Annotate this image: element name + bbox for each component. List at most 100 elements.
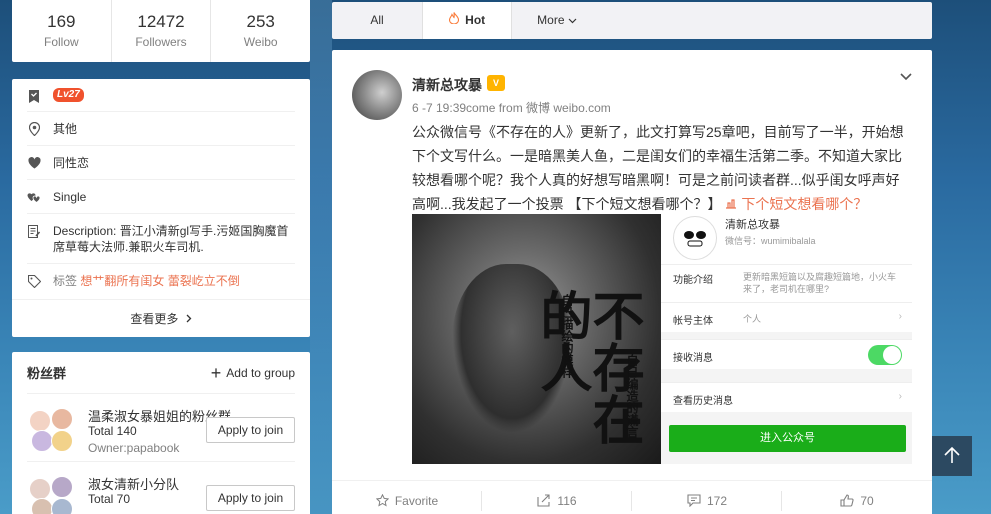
tags-label: 标签	[53, 274, 78, 288]
profile-orientation-row: 同性恋	[27, 146, 295, 180]
tab-hot[interactable]: Hot	[422, 2, 512, 39]
tab-more-label: More	[537, 13, 565, 27]
favorite-label: Favorite	[394, 493, 439, 508]
stat-follow-label: Follow	[43, 35, 79, 49]
fan-group-item[interactable]: 温柔淑女暴姐姐的粉丝群 Total 140 Owner:papabook App…	[27, 394, 295, 462]
post-options-chevron-icon[interactable]	[900, 68, 912, 84]
profile-description-row: Description: 晋江小清新gl写手.污姬国胸魔首席草莓大法师.兼职火车…	[27, 214, 295, 264]
plus-icon: +	[210, 362, 222, 383]
couple-hearts-icon	[27, 190, 41, 204]
edit-document-icon	[27, 224, 41, 238]
level-badge[interactable]: Lv27	[53, 88, 84, 102]
weibo-post: 清新总攻暴 V 6 -7 19:39come from 微博 weibo.com…	[332, 50, 932, 514]
fan-groups-header: 粉丝群 + Add to group	[27, 352, 295, 394]
group-total: Total 70	[88, 492, 131, 506]
group-avatar	[29, 476, 75, 514]
author-name[interactable]: 清新总攻暴	[412, 75, 482, 95]
like-count: 70	[860, 493, 874, 508]
vote-link[interactable]: 下个短文想看哪个？	[725, 196, 867, 212]
author-avatar[interactable]	[352, 70, 402, 120]
group-total: Total 140	[88, 424, 137, 438]
view-more-link[interactable]: 查看更多	[12, 299, 310, 337]
tags-value[interactable]: 想艹翻所有闺女 蕾裂屹立不倒	[80, 274, 239, 288]
stat-followers-count: 12472	[137, 12, 185, 31]
wechat-subject-key: 帐号主体	[673, 316, 713, 327]
vote-icon	[725, 196, 741, 212]
profile-tags-wrap: 标签 想艹翻所有闺女 蕾裂屹立不倒	[53, 273, 240, 289]
add-to-group-button[interactable]: + Add to group	[210, 362, 295, 383]
tab-all[interactable]: All	[332, 2, 422, 39]
location-pin-icon	[27, 122, 41, 136]
comment-icon	[687, 494, 701, 507]
repost-button[interactable]: 116	[482, 481, 632, 514]
poster-subtitle-2: 自己编造的谎言	[625, 354, 639, 438]
comment-count: 172	[706, 493, 728, 508]
apply-to-join-button[interactable]: Apply to join	[206, 417, 295, 443]
wechat-intro-row: 功能介绍 更新暗黑短篇以及腐趣短篇地，小火车来了，老司机在哪里?	[661, 264, 912, 302]
arrow-up-icon	[943, 446, 961, 467]
post-text: 公众微信号《不存在的人》更新了，此文打算写25章吧，目前写了一半，开始想下个文写…	[412, 120, 912, 216]
flame-icon	[448, 12, 462, 27]
chevron-right-icon: ›	[898, 391, 902, 402]
profile-info-card: Lv27 其他 同性恋 Single Description: 晋江小清新gl写…	[12, 79, 310, 337]
profile-orientation: 同性恋	[53, 156, 90, 170]
background-decoration	[310, 0, 332, 514]
wechat-history-row: 查看历史消息 ›	[661, 382, 912, 412]
stat-follow-count: 169	[47, 12, 76, 31]
wechat-enter-button: 进入公众号	[669, 425, 906, 452]
stat-weibo-label: Weibo	[243, 35, 278, 49]
tab-hot-label: Hot	[465, 13, 486, 27]
stat-followers[interactable]: 12472 Followers	[112, 0, 212, 62]
wechat-receive-key: 接收消息	[673, 353, 713, 364]
wechat-subject-value: 个人	[743, 314, 762, 324]
feed-tabs: All Hot More	[332, 2, 932, 39]
profile-level-row: Lv27	[27, 79, 295, 112]
post-image-wechat-card[interactable]: 清新总攻暴 微信号：wumimibalala 功能介绍 更新暗黑短篇以及腐趣短篇…	[661, 214, 912, 464]
profile-stats: 169 Follow 12472 Followers 253 Weibo	[12, 0, 310, 62]
wechat-name: 清新总攻暴	[725, 219, 780, 231]
chevron-right-icon	[186, 312, 192, 326]
wechat-receive-row: 接收消息	[661, 339, 912, 369]
post-meta: 6 -7 19:39come from 微博 weibo.com	[412, 101, 611, 115]
post-image-poster[interactable]: 不存在的人 自己描绘的模样 自己编造的谎言	[412, 214, 661, 464]
poster-title: 不存在的人	[531, 289, 644, 445]
stat-weibo-count: 253	[246, 12, 275, 31]
chevron-down-icon	[568, 13, 577, 27]
heart-icon	[27, 156, 41, 170]
apply-to-join-button[interactable]: Apply to join	[206, 485, 295, 511]
vip-badge-icon[interactable]: V	[487, 75, 505, 91]
group-name[interactable]: 淑女清新小分队	[88, 474, 179, 493]
back-to-top-button[interactable]	[932, 436, 972, 476]
stat-follow[interactable]: 169 Follow	[12, 0, 112, 62]
like-button[interactable]: 70	[782, 481, 932, 514]
profile-relationship-row: Single	[27, 180, 295, 214]
wechat-intro-value: 更新暗黑短篇以及腐趣短篇地，小火车来了，老司机在哪里?	[743, 272, 897, 294]
vote-link-label: 下个短文想看哪个？	[741, 196, 868, 212]
fan-groups-title: 粉丝群	[27, 366, 67, 381]
stat-weibo[interactable]: 253 Weibo	[211, 0, 310, 62]
wechat-avatar-face-icon	[673, 216, 717, 260]
tab-more[interactable]: More	[512, 2, 602, 39]
add-to-group-label: Add to group	[226, 365, 295, 380]
profile-location: 其他	[53, 122, 78, 136]
wechat-id: 微信号：wumimibalala	[725, 236, 816, 246]
receive-toggle	[868, 345, 902, 365]
fan-groups-card: 粉丝群 + Add to group 温柔淑女暴姐姐的粉丝群 Total 140…	[12, 352, 310, 514]
profile-description: Description: 晋江小清新gl写手.污姬国胸魔首席草莓大法师.兼职火车…	[53, 224, 289, 254]
group-avatar	[29, 408, 75, 454]
fan-group-item[interactable]: 淑女清新小分队 Total 70 Apply to join	[27, 462, 295, 514]
chevron-right-icon: ›	[898, 311, 902, 322]
stat-followers-label: Followers	[135, 35, 187, 49]
wechat-intro-key: 功能介绍	[673, 275, 713, 286]
poster-subtitle-1: 自己描绘的模样	[560, 294, 574, 378]
repost-icon	[537, 494, 551, 507]
profile-relationship: Single	[53, 190, 87, 204]
wechat-subject-row: 帐号主体 个人 ›	[661, 302, 912, 332]
comment-button[interactable]: 172	[632, 481, 782, 514]
tag-icon	[27, 274, 41, 288]
wechat-history-key: 查看历史消息	[673, 396, 733, 407]
profile-location-row: 其他	[27, 112, 295, 146]
thumbs-up-icon	[840, 494, 854, 507]
favorite-button[interactable]: Favorite	[332, 481, 482, 514]
bookmark-icon	[27, 89, 41, 103]
